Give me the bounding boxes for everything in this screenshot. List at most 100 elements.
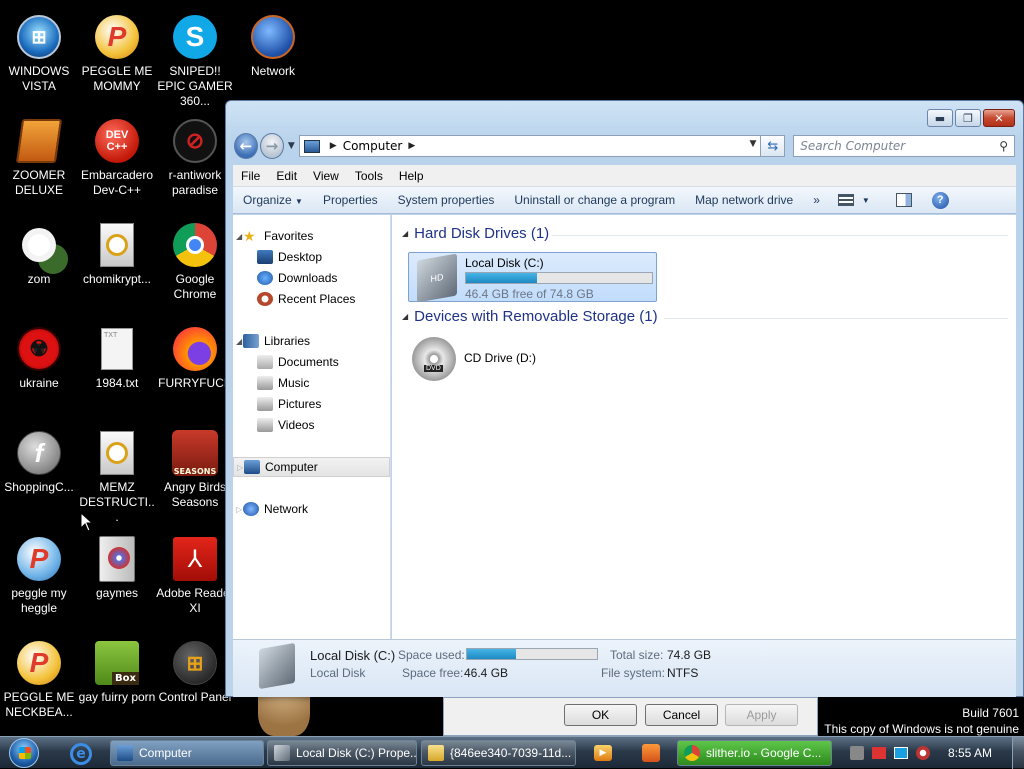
flash-icon: f (14, 428, 64, 478)
nav-music[interactable]: Music (233, 373, 390, 393)
nav-favorites[interactable]: ◢ ★ Favorites (233, 226, 390, 246)
drive-d[interactable]: DVD CD Drive (D:) (408, 335, 608, 383)
taskbar-item-local-disk-properties[interactable]: Local Disk (C:) Prope... (267, 740, 417, 766)
expand-arrow-icon[interactable]: ▷ (234, 463, 244, 472)
desktop-icon-shopping[interactable]: f ShoppingC... (0, 424, 78, 524)
desktop-icon-gay-fuirry[interactable]: Box gay fuirry porn (78, 634, 156, 734)
address-bar[interactable]: ▶ Computer ▶ ▼ (298, 135, 762, 157)
back-button[interactable]: ← (234, 133, 258, 159)
desktop-icon-ukraine[interactable]: ☢ ukraine (0, 320, 78, 420)
expand-arrow-icon[interactable]: ◢ (233, 232, 243, 241)
map-network-drive-button[interactable]: Map network drive (685, 193, 803, 207)
media-player-icon[interactable]: ▶ (594, 745, 612, 761)
desktop-icon-label: r-antiwork paradise (168, 168, 222, 197)
nav-desktop[interactable]: Desktop (233, 247, 390, 267)
tray-monitor-icon[interactable] (893, 747, 908, 759)
taskbar-item-label: Local Disk (C:) Prope... (296, 746, 417, 760)
more-commands-button[interactable]: » (803, 193, 830, 207)
help-icon[interactable]: ? (931, 191, 949, 209)
group-hard-disk-drives[interactable]: ◢ Hard Disk Drives (1) (402, 225, 549, 242)
desktop-icon-control-panel[interactable]: ⊞ Control Panel (156, 634, 234, 734)
hard-disk-icon: HD (417, 253, 457, 303)
address-segment[interactable]: Computer (343, 139, 403, 153)
taskbar-item-computer[interactable]: Computer (110, 740, 264, 766)
start-button[interactable] (4, 737, 44, 768)
desktop-icon-gaymes[interactable]: gaymes (78, 530, 156, 630)
taskbar-item-guid[interactable]: {846ee340-7039-11d... (421, 740, 576, 766)
refresh-button[interactable]: ⇆ (761, 135, 786, 157)
tray-volume-icon[interactable] (915, 746, 930, 760)
taskbar-item-chrome[interactable]: slither.io - Google C... (677, 740, 832, 766)
desktop-icon-r-antiwork[interactable]: ⊘ r-antiwork paradise (156, 112, 234, 212)
expand-arrow-icon[interactable]: ◢ (233, 337, 243, 346)
desktop-icon-chomikrypt[interactable]: chomikrypt... (78, 216, 156, 316)
cancel-button[interactable]: Cancel (645, 704, 718, 726)
organize-button[interactable]: Organize ▼ (233, 193, 313, 207)
nav-computer[interactable]: ▷ Computer (233, 457, 390, 477)
desktop-icon-label: Google Chrome (173, 272, 217, 301)
chevron-down-icon[interactable]: ▼ (862, 196, 870, 205)
search-icon[interactable]: ⚲ (999, 139, 1008, 153)
peggle-icon: P (14, 534, 64, 584)
desktop-icon-adobe-reader[interactable]: ⅄ Adobe Reader XI (156, 530, 234, 630)
nav-downloads[interactable]: Downloads (233, 268, 390, 288)
desktop-icon-network[interactable]: Network (234, 8, 312, 108)
tray-flag-icon[interactable] (871, 747, 886, 759)
preview-pane-icon[interactable] (895, 193, 912, 207)
menu-tools[interactable]: Tools (347, 169, 391, 183)
app-icon[interactable] (642, 744, 660, 762)
flower-icon (14, 220, 64, 270)
nav-network[interactable]: ▷ Network (233, 499, 390, 519)
desktop-icon-1984-txt[interactable]: TXT 1984.txt (78, 320, 156, 420)
forward-button[interactable]: → (259, 133, 284, 159)
nav-documents[interactable]: Documents (233, 352, 390, 372)
clock[interactable]: 8:55 AM (948, 746, 992, 760)
menu-help[interactable]: Help (391, 169, 432, 183)
recent-pages-dropdown-icon[interactable]: ▼ (288, 141, 295, 151)
uninstall-program-button[interactable]: Uninstall or change a program (504, 193, 685, 207)
minimize-button[interactable]: ▬ (927, 109, 953, 127)
desktop-icon-google-chrome[interactable]: Google Chrome (156, 216, 234, 316)
apply-button[interactable]: Apply (725, 704, 798, 726)
group-removable-storage[interactable]: ◢ Devices with Removable Storage (1) (402, 308, 658, 325)
search-input[interactable]: Search Computer ⚲ (793, 135, 1015, 157)
properties-button[interactable]: Properties (313, 193, 388, 207)
desktop-icon-label: peggle my heggle (11, 586, 67, 615)
collapse-arrow-icon[interactable]: ◢ (402, 229, 408, 238)
breadcrumb-arrow-icon[interactable]: ▶ (408, 141, 415, 151)
desktop-icon-dev-cpp[interactable]: DEV C++ Embarcadero Dev-C++ (78, 112, 156, 212)
desktop-icon-angry-birds[interactable]: SEASONS Angry Birds Seasons (156, 424, 234, 524)
menu-file[interactable]: File (233, 169, 268, 183)
desktop-icon-peggle-me-mommy[interactable]: P PEGGLE ME MOMMY (78, 8, 156, 108)
nav-libraries[interactable]: ◢ Libraries (233, 331, 390, 351)
drive-c-name: Local Disk (C:) (465, 256, 544, 270)
breadcrumb-arrow-icon[interactable]: ▶ (330, 141, 337, 151)
close-button[interactable]: ✕ (983, 109, 1015, 127)
nav-videos[interactable]: Videos (233, 415, 390, 435)
nav-recent-places[interactable]: Recent Places (233, 289, 390, 309)
desktop-icon-sniped[interactable]: S SNIPED!! EPIC GAMER 360... (156, 8, 234, 108)
desktop-icon-zoomer-deluxe[interactable]: ZOOMER DELUXE (0, 112, 78, 212)
desktop-icon-zom[interactable]: zom (0, 216, 78, 316)
maximize-button[interactable]: ❐ (955, 109, 981, 127)
nav-pictures[interactable]: Pictures (233, 394, 390, 414)
desktop-icon-windows-vista[interactable]: ⊞ WINDOWS VISTA (0, 8, 78, 108)
hard-disk-icon (274, 745, 290, 761)
menu-edit[interactable]: Edit (268, 169, 305, 183)
desktop-icon-furryfuck[interactable]: FURRYFUCK (156, 320, 234, 420)
ie-icon[interactable]: e (70, 743, 92, 765)
radiation-icon: ☢ (14, 324, 64, 374)
show-desktop-button[interactable] (1012, 737, 1024, 769)
menu-view[interactable]: View (305, 169, 347, 183)
address-dropdown-icon[interactable]: ▼ (750, 139, 757, 149)
desktop-icon-peggle-me-neckbeard[interactable]: P PEGGLE ME NECKBEA... (0, 634, 78, 734)
drive-c[interactable]: HD Local Disk (C:) 46.4 GB free of 74.8 … (408, 252, 657, 303)
desktop-icon-memz[interactable]: MEMZ DESTRUCTI... (78, 424, 156, 524)
ok-button[interactable]: OK (564, 704, 637, 726)
tray-app-icon[interactable] (849, 746, 864, 760)
collapse-arrow-icon[interactable]: ◢ (402, 312, 408, 321)
view-options-icon[interactable] (837, 194, 854, 206)
expand-arrow-icon[interactable]: ▷ (233, 505, 243, 514)
desktop-icon-peggle-my-heggle[interactable]: P peggle my heggle (0, 530, 78, 630)
system-properties-button[interactable]: System properties (388, 193, 505, 207)
